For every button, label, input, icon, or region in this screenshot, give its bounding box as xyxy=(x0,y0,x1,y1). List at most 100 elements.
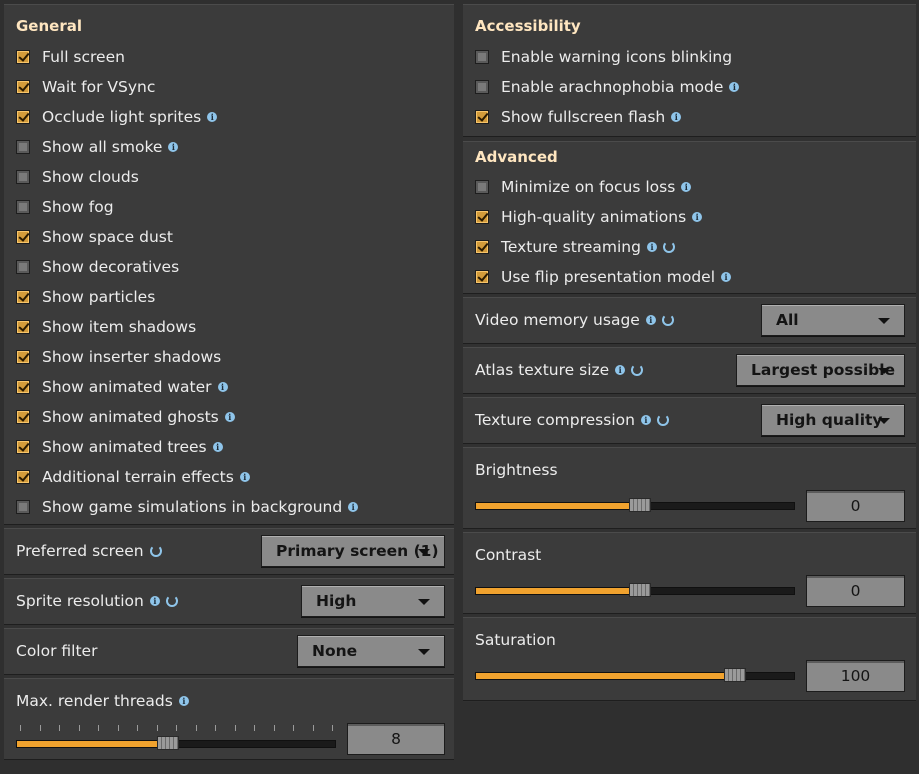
checkbox-checked[interactable] xyxy=(475,270,489,284)
render-threads-value[interactable]: 8 xyxy=(347,723,445,755)
checkbox-checked[interactable] xyxy=(16,230,30,244)
checkbox-checked[interactable] xyxy=(475,110,489,124)
checkbox-checked[interactable] xyxy=(475,240,489,254)
info-icon: i xyxy=(224,412,235,422)
info-icon: i xyxy=(681,182,692,192)
checkbox-unchecked[interactable] xyxy=(16,200,30,214)
preferred-screen-dropdown[interactable]: Primary screen (1) xyxy=(261,535,445,567)
chevron-down-icon xyxy=(878,368,890,374)
slider-handle[interactable] xyxy=(157,736,179,750)
slider-tick xyxy=(59,725,60,731)
checkbox-checked[interactable] xyxy=(16,440,30,454)
checkbox-label: Show game simulations in background xyxy=(42,498,343,516)
checkbox-row-show-decoratives[interactable]: Show decoratives xyxy=(16,257,179,277)
preferred-screen-label: Preferred screen xyxy=(16,542,162,560)
render-threads-label: Max. render threads i xyxy=(16,692,189,710)
reset-icon xyxy=(662,241,675,253)
contrast-slider[interactable] xyxy=(475,583,795,597)
checkbox-checked[interactable] xyxy=(16,380,30,394)
checkbox-checked[interactable] xyxy=(16,470,30,484)
general-panel: General Full screen Wait for VSync Occlude… xyxy=(4,4,454,525)
checkbox-row-texture-streaming[interactable]: Texture streaming i xyxy=(475,237,675,257)
checkbox-checked[interactable] xyxy=(16,50,30,64)
checkbox-label: Show clouds xyxy=(42,168,139,186)
checkbox-label: Show fullscreen flash xyxy=(501,108,666,126)
checkbox-row-show-particles[interactable]: Show particles xyxy=(16,287,155,307)
saturation-slider[interactable] xyxy=(475,668,795,682)
checkbox-unchecked[interactable] xyxy=(475,80,489,94)
sprite-resolution-dropdown[interactable]: High xyxy=(301,585,445,617)
contrast-value[interactable]: 0 xyxy=(806,575,905,607)
checkbox-unchecked[interactable] xyxy=(16,500,30,514)
checkbox-row-show-fullscreen-flash[interactable]: Show fullscreen flash i xyxy=(475,107,682,127)
checkbox-checked[interactable] xyxy=(16,320,30,334)
slider-tick xyxy=(234,725,236,731)
checkbox-row-show-animated-water[interactable]: Show animated water i xyxy=(16,377,228,397)
video-memory-dropdown[interactable]: All xyxy=(761,304,905,336)
checkbox-label: Show fog xyxy=(42,198,114,216)
checkbox-row-high-quality-animations[interactable]: High-quality animations i xyxy=(475,207,703,227)
checkbox-row-enable-arachnophobia-mode[interactable]: Enable arachnophobia mode i xyxy=(475,77,740,97)
checkbox-row-show-space-dust[interactable]: Show space dust xyxy=(16,227,173,247)
texture-compression-label: Texture compression i xyxy=(475,411,669,429)
checkbox-row-show-item-shadows[interactable]: Show item shadows xyxy=(16,317,196,337)
checkbox-row-show-game-simulations-in-background[interactable]: Show game simulations in background i xyxy=(16,497,359,517)
checkbox-row-additional-terrain-effects[interactable]: Additional terrain effects i xyxy=(16,467,250,487)
checkbox-unchecked[interactable] xyxy=(475,50,489,64)
texture-compression-dropdown[interactable]: High quality xyxy=(761,404,905,436)
checkbox-row-occlude-light-sprites[interactable]: Occlude light sprites i xyxy=(16,107,218,127)
atlas-size-value: Largest possible xyxy=(751,361,896,379)
preferred-screen-panel: Preferred screen Primary screen (1) xyxy=(4,528,454,575)
checkbox-checked[interactable] xyxy=(16,410,30,424)
checkbox-checked[interactable] xyxy=(16,80,30,94)
brightness-slider[interactable] xyxy=(475,498,795,512)
checkbox-row-full-screen[interactable]: Full screen xyxy=(16,47,125,67)
info-icon: i xyxy=(212,442,223,452)
color-filter-dropdown[interactable]: None xyxy=(297,635,445,667)
checkbox-row-show-fog[interactable]: Show fog xyxy=(16,197,114,217)
texture-compression-value: High quality xyxy=(776,411,883,429)
video-memory-panel: Video memory usage i All xyxy=(463,297,916,344)
sprite-resolution-label: Sprite resolution i xyxy=(16,592,178,610)
checkbox-row-show-animated-trees[interactable]: Show animated trees i xyxy=(16,437,223,457)
render-threads-panel: Max. render threads i 8 xyxy=(4,678,454,760)
checkbox-label: Minimize on focus loss xyxy=(501,178,676,196)
checkbox-row-show-animated-ghosts[interactable]: Show animated ghosts i xyxy=(16,407,235,427)
checkbox-row-wait-for-vsync[interactable]: Wait for VSync xyxy=(16,77,155,97)
checkbox-label: Show particles xyxy=(42,288,156,306)
checkbox-unchecked[interactable] xyxy=(16,260,30,274)
checkbox-row-show-all-smoke[interactable]: Show all smoke i xyxy=(16,137,179,157)
info-icon: i xyxy=(348,502,359,512)
brightness-value[interactable]: 0 xyxy=(806,490,905,522)
checkbox-row-use-flip-presentation-model[interactable]: Use flip presentation model i xyxy=(475,267,732,287)
checkbox-row-minimize-on-focus-loss[interactable]: Minimize on focus loss i xyxy=(475,177,692,197)
info-icon: i xyxy=(149,596,160,606)
info-icon: i xyxy=(721,272,732,282)
checkbox-row-show-inserter-shadows[interactable]: Show inserter shadows xyxy=(16,347,221,367)
checkbox-unchecked[interactable] xyxy=(16,140,30,154)
checkbox-checked[interactable] xyxy=(16,290,30,304)
slider-tick xyxy=(20,725,21,731)
saturation-value[interactable]: 100 xyxy=(806,660,905,692)
slider-handle[interactable] xyxy=(724,668,746,682)
checkbox-label: Enable arachnophobia mode xyxy=(501,78,724,96)
render-threads-slider[interactable] xyxy=(16,736,336,750)
checkbox-unchecked[interactable] xyxy=(16,170,30,184)
checkbox-checked[interactable] xyxy=(16,110,30,124)
checkbox-label: Wait for VSync xyxy=(42,78,156,96)
checkbox-checked[interactable] xyxy=(475,210,489,224)
slider-tick xyxy=(117,725,119,731)
slider-handle[interactable] xyxy=(629,583,651,597)
checkbox-label: Additional terrain effects xyxy=(42,468,234,486)
atlas-size-text: Atlas texture size xyxy=(475,361,610,379)
slider-tick xyxy=(98,725,99,731)
slider-tick xyxy=(332,725,333,731)
checkbox-label: Show animated trees xyxy=(42,438,207,456)
slider-handle[interactable] xyxy=(629,498,651,512)
checkbox-row-show-clouds[interactable]: Show clouds xyxy=(16,167,139,187)
color-filter-panel: Color filter None xyxy=(4,628,454,675)
atlas-size-dropdown[interactable]: Largest possible xyxy=(736,354,905,386)
checkbox-checked[interactable] xyxy=(16,350,30,364)
checkbox-row-enable-warning-icons-blinking[interactable]: Enable warning icons blinking xyxy=(475,47,732,67)
checkbox-unchecked[interactable] xyxy=(475,180,489,194)
